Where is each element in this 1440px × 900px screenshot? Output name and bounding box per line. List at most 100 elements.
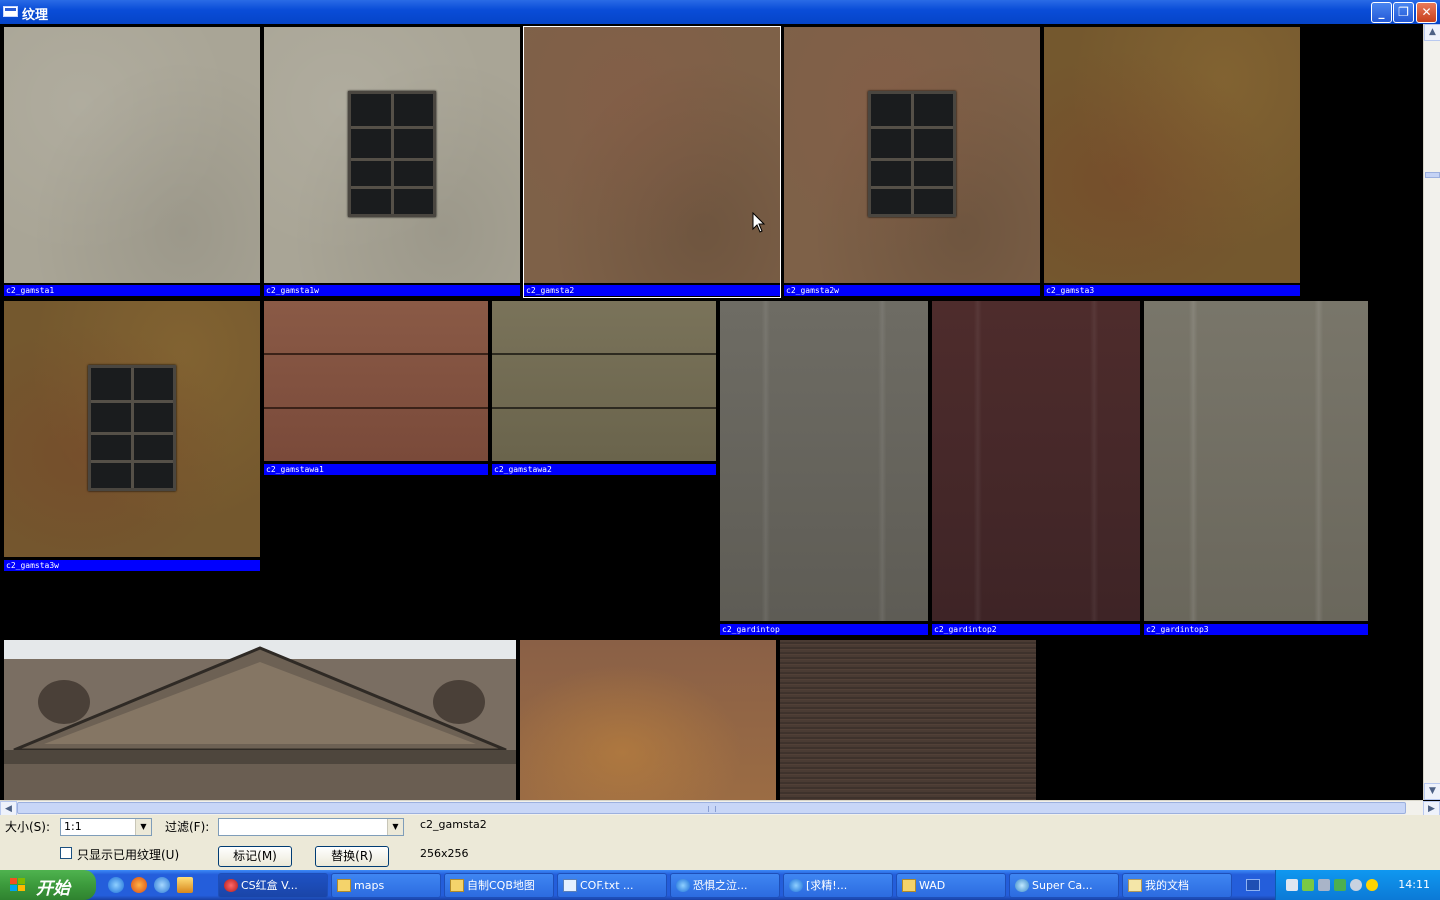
texture-name: c2_gamstawa2 (492, 464, 716, 475)
texture-thumbnail (1044, 27, 1300, 283)
chevron-down-icon[interactable]: ▼ (135, 819, 151, 835)
taskbar-item-browser-1[interactable]: 恐惧之泣... (670, 873, 780, 898)
restore-button[interactable]: ❐ (1393, 2, 1414, 23)
mark-button[interactable]: 标记(M) (218, 846, 292, 867)
size-label: 大小(S): (5, 820, 51, 834)
app-shortcut-icon[interactable] (177, 877, 193, 893)
texture-name: c2_gardintop (720, 624, 928, 635)
texture-tile[interactable]: c2_gamstawa1 (264, 301, 488, 475)
task-label: WAD (919, 879, 946, 892)
windows-logo-icon (10, 878, 26, 892)
texture-thumbnail (4, 301, 260, 557)
texture-name: c2_gardintop2 (932, 624, 1140, 635)
taskbar-item-cqb-map[interactable]: 自制CQB地图 (444, 873, 554, 898)
taskbar-item-wad[interactable]: WAD (896, 873, 1006, 898)
filter-dropdown[interactable]: ▼ (218, 818, 404, 836)
tray-icon[interactable] (1286, 879, 1298, 891)
size-value: 1:1 (64, 820, 82, 833)
folder-icon (337, 879, 351, 892)
start-label: 开始 (36, 879, 70, 899)
texture-tile[interactable] (520, 640, 776, 800)
texture-tile[interactable]: c2_gamsta3 (1044, 27, 1300, 297)
texture-dimensions: 256x256 (420, 847, 469, 860)
window-graphic (88, 365, 176, 491)
texture-thumbnail (520, 640, 776, 800)
texture-thumbnail (1144, 301, 1368, 621)
internet-explorer-icon (676, 879, 690, 892)
clock[interactable]: 14:11 (1398, 878, 1430, 891)
texture-thumbnail (784, 27, 1040, 283)
scroll-right-icon[interactable]: ▶ (1423, 801, 1440, 816)
texture-tile[interactable]: c2_gamsta1w (264, 27, 520, 297)
mouse-cursor-icon (752, 212, 766, 233)
documents-icon (1128, 879, 1142, 892)
texture-thumbnail (264, 27, 520, 283)
texture-name: c2_gamsta2 (524, 285, 780, 296)
size-dropdown[interactable]: 1:1 ▼ (60, 818, 152, 836)
texture-tile[interactable]: c2_gamsta2w (784, 27, 1040, 297)
volume-icon[interactable] (1350, 879, 1362, 891)
texture-tile[interactable]: c2_gardintop2 (932, 301, 1140, 635)
taskbar-item-cs-redbox[interactable]: CS红盒 V... (218, 873, 328, 898)
horizontal-scroll-thumb[interactable] (17, 802, 1406, 814)
taskbar-item-super-ca[interactable]: Super Ca... (1009, 873, 1119, 898)
taskbar-item-browser-2[interactable]: [求精!... (783, 873, 893, 898)
texture-tile[interactable] (780, 640, 1036, 800)
vertical-scroll-thumb[interactable] (1425, 172, 1440, 178)
app-icon (1015, 879, 1029, 892)
texture-tile[interactable]: c2_gardintop3 (1144, 301, 1368, 635)
scroll-up-icon[interactable]: ▲ (1424, 24, 1440, 41)
chevron-down-icon[interactable]: ▼ (387, 819, 403, 835)
vertical-scrollbar[interactable]: ▲ ▼ (1423, 24, 1440, 800)
texture-name: c2_gamsta2w (784, 285, 1040, 296)
texture-tile[interactable]: c2_gamsta3w (4, 301, 260, 571)
task-label: maps (354, 879, 385, 892)
texture-thumbnail (720, 301, 928, 621)
horizontal-scrollbar[interactable]: ◀ ▶ (0, 800, 1440, 816)
taskbar-item-my-documents[interactable]: 我的文档 (1122, 873, 1232, 898)
only-used-checkbox[interactable] (60, 847, 72, 859)
app-icon (224, 879, 238, 892)
notepad-icon (563, 879, 577, 892)
texture-tile[interactable]: c2_gardintop (720, 301, 928, 635)
internet-explorer-icon[interactable] (108, 877, 124, 893)
folder-icon (902, 879, 916, 892)
scroll-left-icon[interactable]: ◀ (0, 801, 17, 816)
taskbar: 开始 CS红盒 V... maps 自制CQB地图 COF.txt ... 恐惧… (0, 870, 1440, 900)
texture-name: c2_gamsta1w (264, 285, 520, 296)
internet-explorer-icon (789, 879, 803, 892)
tray-icon[interactable] (1302, 879, 1314, 891)
texture-browser-window: 纹理 _ ❐ ✕ c2_gamsta1 c2_gamsta1w c2_gamst… (0, 0, 1440, 900)
texture-name: c2_gamsta1 (4, 285, 260, 296)
texture-grid: c2_gamsta1 c2_gamsta1w c2_gamsta2 c2_gam… (0, 24, 1423, 800)
texture-tile[interactable] (4, 640, 516, 800)
browser-icon[interactable] (154, 877, 170, 893)
filter-label: 过滤(F): (165, 820, 210, 834)
scroll-down-icon[interactable]: ▼ (1424, 783, 1440, 800)
texture-tile[interactable]: c2_gamsta1 (4, 27, 260, 297)
texture-thumbnail (4, 27, 260, 283)
network-icon[interactable] (1334, 879, 1346, 891)
task-label: Super Ca... (1032, 879, 1093, 892)
add-icon[interactable] (1366, 879, 1378, 891)
window-graphic (868, 91, 956, 217)
firefox-icon[interactable] (131, 877, 147, 893)
replace-button[interactable]: 替换(R) (315, 846, 389, 867)
window-title: 纹理 (22, 8, 49, 23)
texture-thumbnail (264, 301, 488, 461)
minimize-button[interactable]: _ (1371, 2, 1392, 23)
task-label: COF.txt ... (580, 879, 634, 892)
texture-tile-selected[interactable]: c2_gamsta2 (523, 26, 781, 298)
texture-name: c2_gamsta3 (1044, 285, 1300, 296)
tray-icon[interactable] (1318, 879, 1330, 891)
texture-thumbnail (524, 27, 780, 283)
texture-tile[interactable]: c2_gamstawa2 (492, 301, 716, 475)
control-panel: 大小(S): 1:1 ▼ 过滤(F): ▼ c2_gamsta2 只显示已用纹理… (0, 815, 1440, 870)
keyboard-icon[interactable] (1246, 879, 1260, 891)
taskbar-item-cof-txt[interactable]: COF.txt ... (557, 873, 667, 898)
close-button[interactable]: ✕ (1416, 2, 1437, 23)
title-bar[interactable]: 纹理 _ ❐ ✕ (0, 0, 1440, 24)
start-button[interactable]: 开始 (0, 870, 96, 900)
task-label: CS红盒 V... (241, 879, 298, 892)
taskbar-item-maps[interactable]: maps (331, 873, 441, 898)
